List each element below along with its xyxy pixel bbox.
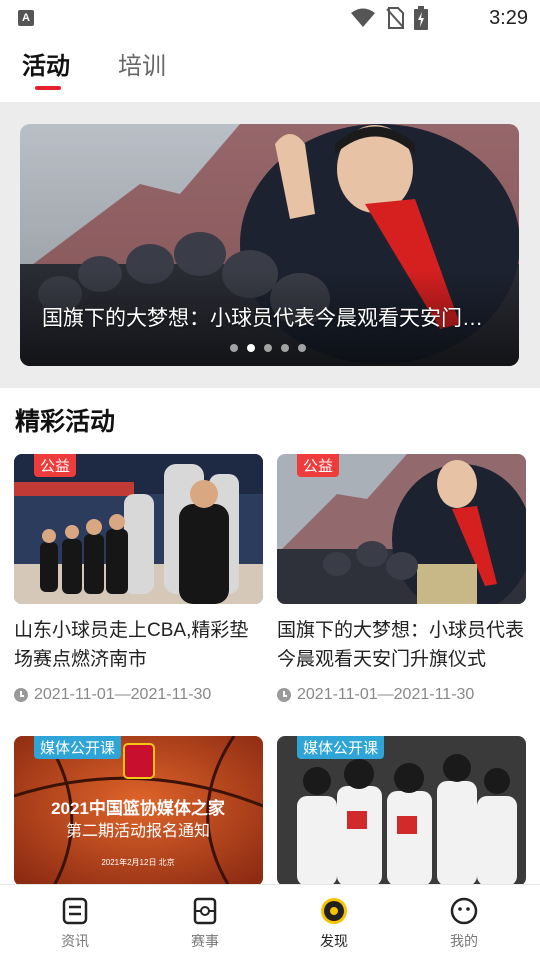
nav-label: 发现	[320, 933, 348, 949]
card-tag: 媒体公开课	[297, 736, 385, 759]
no-sim-icon	[386, 7, 404, 29]
profile-icon	[450, 897, 478, 925]
card-tag: 公益	[297, 454, 340, 477]
card-tag: 媒体公开课	[34, 736, 122, 759]
poster-line1: 2021中国篮协媒体之家	[51, 798, 225, 818]
news-icon	[62, 897, 88, 925]
app-notification-icon: A	[18, 10, 34, 26]
card-tag: 公益	[34, 454, 77, 477]
carousel-dot-active[interactable]	[247, 344, 255, 352]
nav-profile[interactable]: 我的	[404, 885, 524, 961]
card-date-text: 2021-11-01—2021-11-30	[34, 686, 212, 703]
nav-discover[interactable]: 发现	[274, 885, 394, 961]
card-title: 山东小球员走上CBA,精彩垫场赛点燃济南市	[14, 620, 249, 670]
section-title: 精彩活动	[15, 408, 116, 436]
top-tabs: 活动 培训	[0, 36, 540, 102]
nav-events[interactable]: 赛事	[145, 885, 265, 961]
poster-date: 2021年2月12日 北京	[101, 857, 174, 867]
court-icon	[193, 897, 217, 925]
nav-label: 赛事	[191, 933, 219, 949]
bottom-nav: 资讯 赛事 发现 我的	[0, 884, 540, 961]
nav-label: 我的	[450, 933, 478, 949]
clock-icon	[14, 688, 28, 702]
carousel-dot[interactable]	[298, 344, 306, 352]
card-image: 2021中国篮协媒体之家 第二期活动报名通知 2021年2月12日 北京 媒体公…	[14, 736, 263, 886]
banner-carousel[interactable]: 国旗下的大梦想：小球员代表今晨观看天安门升旗仪式	[20, 124, 519, 366]
card-image: 公益	[277, 454, 526, 604]
nav-label: 资讯	[61, 933, 89, 949]
wifi-icon	[351, 8, 375, 27]
card-date: 2021-11-01—2021-11-30	[14, 686, 263, 704]
status-icons	[350, 6, 428, 30]
status-bar: A 3:29	[0, 0, 540, 36]
activity-card[interactable]: 2021中国篮协媒体之家 第二期活动报名通知 2021年2月12日 北京 媒体公…	[14, 736, 263, 886]
discover-icon	[321, 898, 347, 924]
tab-training[interactable]: 培训	[118, 46, 166, 81]
status-time: 3:29	[489, 7, 528, 29]
activity-card[interactable]: 媒体公开课	[277, 736, 526, 886]
card-image: 媒体公开课	[277, 736, 526, 886]
tab-indicator	[35, 86, 61, 90]
card-title: 国旗下的大梦想：小球员代表今晨观看天安门升旗仪式	[277, 620, 525, 670]
nav-news[interactable]: 资讯	[15, 885, 135, 961]
card-date-text: 2021-11-01—2021-11-30	[297, 686, 475, 703]
activity-card[interactable]: 公益 国旗下的大梦想：小球员代表今晨观看天安门升旗仪式 2021-11-01—2…	[277, 454, 526, 704]
clock-icon	[277, 688, 291, 702]
carousel-dots	[230, 344, 306, 352]
poster-line2: 第二期活动报名通知	[66, 822, 210, 840]
tab-activities[interactable]: 活动	[22, 46, 70, 81]
carousel-dot[interactable]	[281, 344, 289, 352]
card-date: 2021-11-01—2021-11-30	[277, 686, 526, 704]
activity-card[interactable]: 公益 山东小球员走上CBA,精彩垫场赛点燃济南市 2021-11-01—2021…	[14, 454, 263, 704]
battery-icon	[414, 6, 428, 30]
carousel-dot[interactable]	[264, 344, 272, 352]
card-image: 公益	[14, 454, 263, 604]
banner-title: 国旗下的大梦想：小球员代表今晨观看天安门升旗仪式	[42, 307, 502, 330]
carousel-dot[interactable]	[230, 344, 238, 352]
